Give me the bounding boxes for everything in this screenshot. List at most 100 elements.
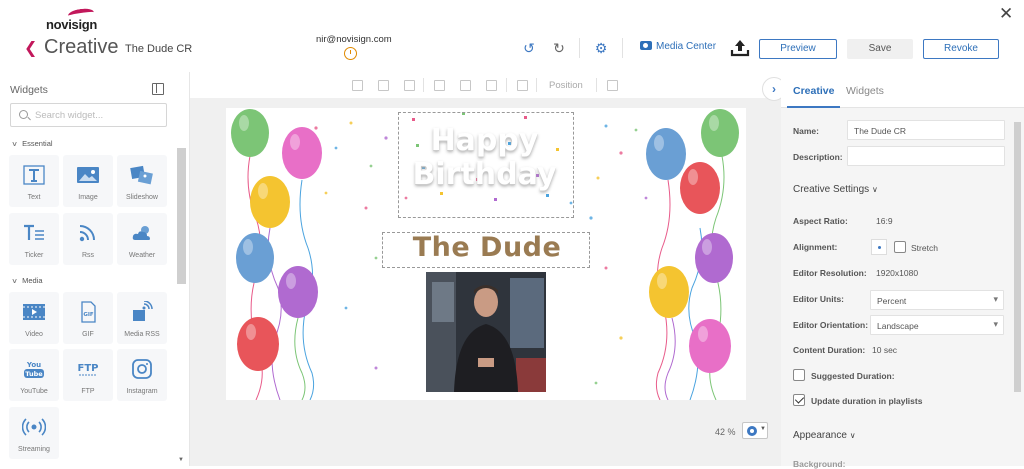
revoke-button[interactable]: Revoke (923, 39, 999, 59)
close-icon[interactable]: ✕ (999, 4, 1013, 24)
chevron-right-icon: › (772, 82, 776, 96)
widget-instagram[interactable]: Instagram (117, 349, 167, 401)
back-arrow-icon[interactable]: ❮ (24, 38, 37, 58)
zoom-settings-button[interactable]: ▼ (742, 422, 768, 439)
delete-icon[interactable] (517, 80, 528, 91)
alignment-label: Alignment: (793, 242, 838, 252)
clock-icon[interactable] (344, 47, 357, 60)
save-button[interactable]: Save (847, 39, 913, 59)
editor-resolution-value[interactable]: 1920x1080 (876, 268, 918, 278)
align-icon[interactable] (352, 80, 363, 91)
search-icon (19, 110, 28, 119)
search-input[interactable] (35, 107, 163, 123)
copy-icon[interactable] (434, 80, 445, 91)
content-duration-value: 10 sec (872, 345, 898, 355)
widget-video[interactable]: Video (9, 292, 59, 344)
zoom-level: 42 % (715, 427, 736, 437)
camera-icon (640, 41, 652, 50)
divider (506, 78, 507, 92)
editor-units-label: Editor Units: (793, 294, 844, 304)
editor-orientation-select[interactable]: Landscape (870, 315, 1004, 335)
editor-units-select[interactable]: Percent (870, 290, 1004, 310)
divider (536, 78, 537, 92)
widget-weather[interactable]: Weather (117, 213, 167, 265)
aspect-ratio-label: Aspect Ratio: (793, 216, 848, 226)
chevron-down-icon: ∨ (871, 185, 878, 194)
youtube-icon: YouTube (24, 361, 44, 378)
chevron-down-icon: ∨ (11, 278, 18, 285)
gear-icon[interactable]: ⚙ (593, 40, 609, 56)
svg-text:You: You (26, 361, 41, 369)
text-icon (23, 165, 45, 185)
update-duration-checkbox[interactable] (793, 394, 805, 406)
user-email[interactable]: nir@novisign.com (316, 34, 392, 45)
widget-text[interactable]: Text (9, 155, 59, 207)
preview-button[interactable]: Preview (759, 39, 837, 59)
update-duration-label: Update duration in playlists (811, 396, 923, 406)
header: novisign ❮ Creative The Dude CR nir@novi… (0, 0, 1024, 72)
section-media[interactable]: ∨ Media (11, 276, 42, 285)
aspect-ratio-value[interactable]: 16:9 (876, 216, 893, 226)
divider (596, 78, 597, 92)
publish-icon[interactable] (730, 38, 750, 58)
widget-youtube[interactable]: You Tube YouTube (9, 349, 59, 401)
slideshow-icon (130, 165, 153, 185)
svg-text:Tube: Tube (25, 370, 43, 378)
streaming-icon (22, 418, 46, 436)
widget-image[interactable]: Image (63, 155, 113, 207)
tab-widgets[interactable]: Widgets (846, 85, 884, 97)
chevron-down-icon: ∨ (11, 141, 18, 148)
svg-text:GIF: GIF (83, 312, 94, 318)
alignment-center-button[interactable] (871, 239, 887, 255)
widget-ticker[interactable]: Ticker (9, 213, 59, 265)
widgets-panel: Widgets ∨Essential Text Image Slideshow … (0, 72, 190, 466)
cut-icon[interactable] (460, 80, 471, 91)
search-box[interactable] (10, 103, 167, 127)
appearance-toggle[interactable]: Appearance ∨ (793, 430, 856, 441)
creative-settings-toggle[interactable]: Creative Settings ∨ (793, 184, 878, 195)
paste-icon[interactable] (486, 80, 497, 91)
scrollbar[interactable] (177, 148, 186, 284)
description-field[interactable] (847, 146, 1005, 166)
scrollbar[interactable] (1014, 122, 1021, 392)
redo-icon[interactable]: ↻ (551, 40, 567, 56)
distribute-icon[interactable] (378, 80, 389, 91)
name-text: The Dude (412, 232, 562, 263)
resize-icon[interactable] (404, 80, 415, 91)
settings-icon (747, 426, 757, 436)
section-essential[interactable]: ∨ Essential (11, 139, 52, 148)
widget-ftp[interactable]: FTP FTP (63, 349, 113, 401)
widget-slideshow[interactable]: Slideshow (117, 155, 167, 207)
happy-text: Happy (430, 123, 539, 158)
widgets-panel-title: Widgets (10, 84, 48, 96)
widget-gif[interactable]: GIF GIF (63, 292, 113, 344)
editor-canvas-area: Position Happy Birthday The Dude 42 % ▼ (190, 72, 781, 466)
tab-creative[interactable]: Creative (786, 85, 841, 108)
gif-icon: GIF (81, 301, 96, 323)
widget-streaming[interactable]: Streaming (9, 407, 59, 459)
page-title: Creative (44, 36, 119, 58)
stretch-checkbox[interactable] (894, 241, 906, 253)
undo-icon[interactable]: ↺ (521, 40, 537, 56)
media-center-button[interactable]: Media Center (640, 41, 716, 52)
description-label: Description: (793, 152, 843, 162)
collapse-panel-icon[interactable] (152, 83, 164, 95)
rss-icon (79, 225, 95, 242)
name-field[interactable]: The Dude CR (847, 120, 1005, 140)
person-photo[interactable] (426, 272, 546, 392)
properties-tabs: Creative Widgets (781, 72, 1024, 108)
video-icon (23, 304, 45, 320)
canvas-toolbar: Position (190, 72, 781, 98)
share-icon[interactable] (607, 80, 618, 91)
creative-canvas[interactable]: Happy Birthday The Dude (226, 108, 746, 400)
widget-media-rss[interactable]: Media RSS (117, 292, 167, 344)
position-button[interactable]: Position (549, 80, 583, 91)
widget-rss[interactable]: Rss (63, 213, 113, 265)
suggested-duration-checkbox[interactable] (793, 369, 805, 381)
properties-panel: Creative Widgets Name: The Dude CR Descr… (781, 72, 1024, 469)
name-label: Name: (793, 126, 819, 136)
background-label: Background: (793, 459, 846, 469)
svg-text:FTP: FTP (78, 363, 99, 374)
media-rss-icon (133, 301, 153, 321)
scroll-down-arrow-icon[interactable]: ▼ (178, 457, 184, 463)
